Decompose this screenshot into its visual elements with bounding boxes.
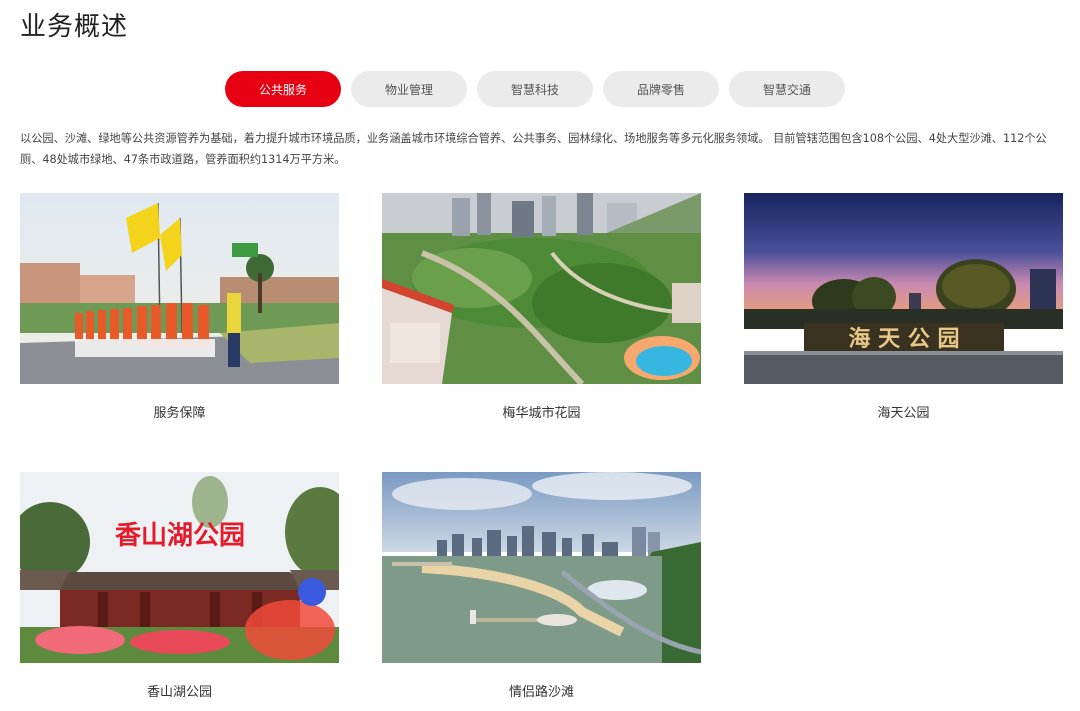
card-image[interactable]: 香山湖公园 bbox=[20, 472, 339, 663]
park-sign-text: 海 天 公 园 bbox=[849, 326, 960, 352]
tab-property-management[interactable]: 物业管理 bbox=[351, 71, 467, 107]
tab-public-service[interactable]: 公共服务 bbox=[225, 71, 341, 107]
tab-smart-tech[interactable]: 智慧科技 bbox=[477, 71, 593, 107]
tab-smart-traffic[interactable]: 智慧交通 bbox=[729, 71, 845, 107]
card-xiangshan-lake-park[interactable]: 香山湖公园 香山湖公园 bbox=[20, 472, 339, 700]
card-caption[interactable]: 香山湖公园 bbox=[20, 681, 339, 700]
card-service-guarantee[interactable]: 服务保障 bbox=[20, 193, 339, 421]
service-tabs: 公共服务 物业管理 智慧科技 品牌零售 智慧交通 bbox=[225, 71, 845, 107]
card-meihua-city-garden[interactable]: 梅华城市花园 bbox=[382, 193, 701, 421]
card-image[interactable] bbox=[382, 472, 701, 663]
card-caption[interactable]: 情侣路沙滩 bbox=[382, 681, 701, 700]
card-caption[interactable]: 服务保障 bbox=[20, 402, 339, 421]
card-caption[interactable]: 海天公园 bbox=[744, 402, 1063, 421]
card-image[interactable] bbox=[382, 193, 701, 384]
card-caption[interactable]: 梅华城市花园 bbox=[382, 402, 701, 421]
card-image[interactable]: 海 天 公 园 bbox=[744, 193, 1063, 384]
card-image[interactable] bbox=[20, 193, 339, 384]
page-title: 业务概述 bbox=[20, 12, 129, 42]
tab-brand-retail[interactable]: 品牌零售 bbox=[603, 71, 719, 107]
park-sign-text: 香山湖公园 bbox=[115, 521, 245, 551]
card-haitian-park[interactable]: 海 天 公 园 海天公园 bbox=[744, 193, 1063, 421]
intro-text: 以公园、沙滩、绿地等公共资源管养为基础，着力提升城市环境品质，业务涵盖城市环境综… bbox=[20, 132, 1047, 166]
card-lovers-road-beach[interactable]: 情侣路沙滩 bbox=[382, 472, 701, 700]
